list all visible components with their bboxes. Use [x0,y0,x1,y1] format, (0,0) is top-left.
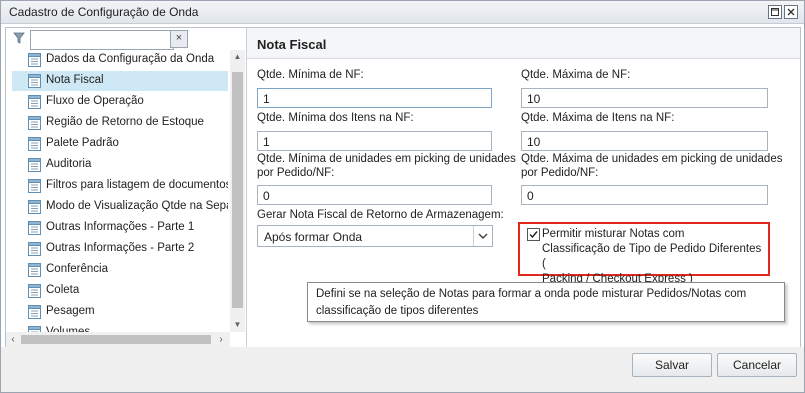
min-nf-input[interactable]: 1 [257,88,492,108]
filter-input[interactable] [30,30,174,50]
gerar-nf-selected-value: Após formar Onda [264,230,363,244]
tree-item-label: Outras Informações - Parte 2 [46,242,195,254]
document-icon [28,179,41,193]
tree-item[interactable]: Outras Informações - Parte 2 [12,239,228,259]
document-icon [28,284,41,298]
tree-item-label: Outras Informações - Parte 1 [46,221,195,233]
title-bar[interactable]: Cadastro de Configuração de Onda [1,1,804,24]
min-unid-label-line2: por Pedido/NF: [257,167,335,179]
tree-item-label: Palete Padrão [46,137,119,149]
document-icon [28,137,41,151]
tree-item[interactable]: Coleta [12,281,228,301]
tree-item-label: Conferência [46,263,109,275]
document-icon [28,242,41,256]
tree-item-label: Fluxo de Operação [46,95,144,107]
window-title: Cadastro de Configuração de Onda [9,5,199,19]
permitir-misturar-label: Permitir misturar Notas com Classificaçã… [542,227,767,287]
gerar-nf-label: Gerar Nota Fiscal de Retorno de Armazena… [257,209,504,221]
cancel-button[interactable]: Cancelar [717,353,797,377]
permitir-line2: Classificação de Tipo de Pedido Diferent… [542,243,762,270]
document-icon [28,200,41,214]
min-itens-label: Qtde. Mínima dos Itens na NF: [257,112,414,124]
scroll-right-icon[interactable]: › [214,332,228,347]
tree-item[interactable]: Nota Fiscal [12,71,228,91]
document-icon [28,263,41,277]
dialog-window: Cadastro de Configuração de Onda × Dados… [0,0,805,393]
section-header: Nota Fiscal [247,28,800,59]
scroll-up-icon[interactable]: ▲ [230,50,245,64]
tooltip-line2: classificação de tipos diferentes [316,305,479,317]
min-nf-label: Qtde. Mínima de NF: [257,69,364,81]
filter-icon [13,32,25,44]
tree-item-label: Auditoria [46,158,92,170]
scroll-thumb[interactable] [232,72,243,308]
max-unid-label-line1: Qtde. Máxima de unidades em picking de u… [521,153,783,165]
tooltip: Defini se na seleção de Notas para forma… [307,282,785,322]
tree-item-label: Pesagem [46,305,95,317]
document-icon [28,305,41,319]
max-nf-label: Qtde. Máxima de NF: [521,69,631,81]
tree-item[interactable]: Região de Retorno de Estoque [12,113,228,133]
tree-item[interactable]: Dados da Configuração da Onda [12,50,228,70]
min-unid-label-line1: Qtde. Mínima de unidades em picking de u… [257,153,516,165]
tree-item[interactable]: Auditoria [12,155,228,175]
tree-item-label: Coleta [46,284,80,296]
tree-item[interactable]: Conferência [12,260,228,280]
tree-item[interactable]: Pesagem [12,302,228,322]
gerar-nf-select[interactable]: Após formar Onda [257,225,493,247]
max-nf-input[interactable]: 10 [521,88,768,108]
document-icon [28,74,41,88]
tree-item[interactable]: Palete Padrão [12,134,228,154]
save-button[interactable]: Salvar [632,353,712,377]
tree-item-label: Região de Retorno de Estoque [46,116,204,128]
scroll-down-icon[interactable]: ▼ [230,318,245,332]
tree-item[interactable]: Filtros para listagem de documentos [12,176,228,196]
close-icon[interactable] [784,5,798,19]
tree-item-label: Modo de Visualização Qtde na Separação [46,200,228,212]
tree-horizontal-scrollbar[interactable]: ‹ › [6,332,230,347]
hscroll-thumb[interactable] [21,335,211,344]
tooltip-line1: Defini se na seleção de Notas para forma… [316,288,747,300]
tree-item[interactable]: Volumes [12,323,228,332]
min-itens-input[interactable]: 1 [257,131,492,151]
permitir-misturar-checkbox[interactable] [527,228,540,241]
max-unid-label-line2: por Pedido/NF: [521,167,599,179]
document-icon [28,221,41,235]
document-icon [28,158,41,172]
document-icon [28,53,41,67]
tree-item-label: Dados da Configuração da Onda [46,53,215,65]
tree-item-label: Nota Fiscal [46,74,104,86]
clear-filter-button[interactable]: × [170,30,188,48]
tree-vertical-scrollbar[interactable]: ▲ ▼ [230,50,245,332]
section-title: Nota Fiscal [257,37,327,52]
document-icon [28,116,41,130]
tree-item[interactable]: Modo de Visualização Qtde na Separação [12,197,228,217]
chevron-down-icon[interactable] [473,226,492,246]
permitir-line1: Permitir misturar Notas com [542,228,685,240]
tree-item-label: Filtros para listagem de documentos [46,179,228,191]
tree-item[interactable]: Outras Informações - Parte 1 [12,218,228,238]
scroll-left-icon[interactable]: ‹ [6,332,20,347]
tree-item[interactable]: Fluxo de Operação [12,92,228,112]
navigation-panel: × Dados da Configuração da Onda Nota Fisc… [6,28,247,347]
max-itens-input[interactable]: 10 [521,131,768,151]
max-itens-label: Qtde. Máxima de Itens na NF: [521,112,675,124]
min-unid-input[interactable]: 0 [257,185,492,205]
maximize-icon[interactable] [768,5,782,19]
navigation-tree: Dados da Configuração da Onda Nota Fiscal… [6,50,230,332]
max-unid-input[interactable]: 0 [521,185,768,205]
document-icon [28,95,41,109]
